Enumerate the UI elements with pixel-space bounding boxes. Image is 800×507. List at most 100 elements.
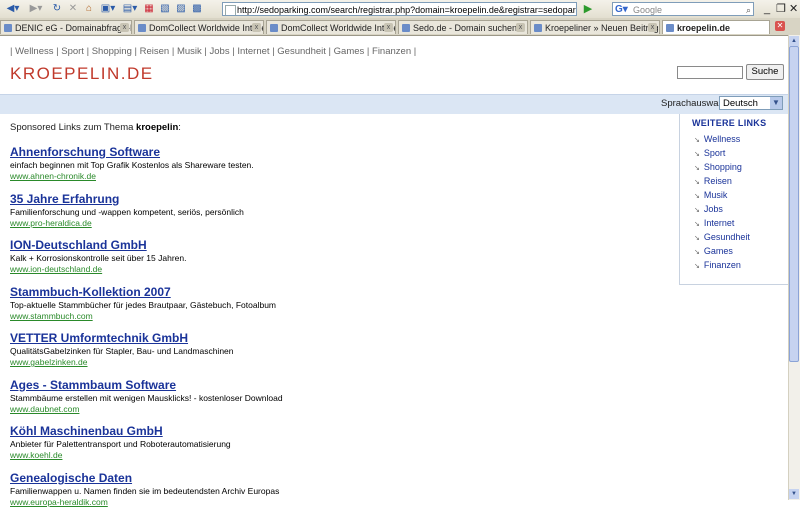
tab-close-icon[interactable]: x [516,23,525,32]
sidebar-item[interactable]: ↘ Reisen [694,176,732,186]
sidebar-item[interactable]: ↘ Internet [694,218,734,228]
nav-link[interactable]: Shopping [92,46,132,57]
listing-url[interactable]: www.ahnen-chronik.de [10,171,650,181]
sidebar-item-label: Wellness [703,134,741,144]
addon-icon[interactable]: ▧ [158,2,172,16]
listing-url[interactable]: www.pro-heraldica.de [10,218,650,228]
listing-description: Familienwappen u. Namen finden sie im be… [10,486,280,496]
nav-link[interactable]: Games [334,46,365,57]
chevron-down-icon[interactable]: ▼ [770,97,782,109]
language-select[interactable]: Deutsch ▼ [719,96,783,110]
sponsored-intro: Sponsored Links zum Thema kroepelin: [10,122,181,133]
listing-url[interactable]: www.daubnet.com [10,404,650,414]
tab-close-icon[interactable]: x [648,23,657,32]
listing-title[interactable]: VETTER Umformtechnik GmbH [10,331,650,345]
nav-link[interactable]: Musik [177,46,202,57]
favicon-icon [4,24,12,32]
arrow-icon: ↘ [694,137,700,144]
arrow-icon: ↘ [694,165,700,172]
sidebar-item[interactable]: ↘ Gesundheit [694,232,750,242]
search-engine-box[interactable]: G▾ Google ⌕ [612,2,754,16]
search-icon[interactable]: ⌕ [746,3,751,17]
list-item: ION-Deutschland GmbH Kalk + Korrosionsko… [10,238,650,274]
browser-tab[interactable]: DENIC eG - Domainabfrage-E... x [0,20,132,34]
sidebar-item[interactable]: ↘ Wellness [694,134,740,144]
listing-title[interactable]: Köhl Maschinenbau GmbH [10,424,650,438]
forward-icon[interactable]: ▶▾ [26,2,46,16]
url-bar[interactable]: http://sedoparking.com/search/registrar.… [222,2,577,16]
listing-url[interactable]: www.stammbuch.com [10,311,650,321]
scroll-down-icon[interactable]: ▼ [789,489,799,499]
restore-icon[interactable]: ❐ [776,2,786,16]
addon-icon[interactable]: ▨ [174,2,188,16]
sidebar-item-label: Finanzen [703,260,741,270]
nav-link[interactable]: Jobs [210,46,230,57]
reload-icon[interactable]: ↻ [50,2,64,16]
listing-url[interactable]: www.ion-deutschland.de [10,264,650,274]
listing-url[interactable]: www.europa-heraldik.com [10,497,650,507]
sidebar-item[interactable]: ↘ Finanzen [694,260,741,270]
listing-description: Anbieter für Palettentransport und Robot… [10,439,231,449]
listing-title[interactable]: Stammbuch-Kollektion 2007 [10,285,650,299]
sidebar-item-label: Musik [703,190,728,200]
tab-close-icon[interactable]: x [384,23,393,32]
sidebar-item[interactable]: ↘ Shopping [694,162,742,172]
browser-tab[interactable]: Kroepeliner » Neuen Beitrag e... x [530,20,660,34]
nav-link[interactable]: Reisen [140,46,170,57]
search-button[interactable]: Suche [746,64,784,80]
listing-title[interactable]: ION-Deutschland GmbH [10,238,650,252]
sidebar-item-label: Shopping [703,162,742,172]
nav-link[interactable]: Wellness [15,46,53,57]
close-icon[interactable]: ✕ [789,2,798,16]
bookmark-icon[interactable]: ▣▾ [98,2,118,16]
list-item: Ages - Stammbaum Software Stammbäume ers… [10,378,650,414]
tab-close-icon[interactable]: x [120,23,129,32]
sidebar-item[interactable]: ↘ Sport [694,148,725,158]
favicon-icon [270,24,278,32]
back-icon[interactable]: ◀▾ [2,2,24,16]
url-text: http://sedoparking.com/search/registrar.… [237,5,577,15]
nav-link[interactable]: Finanzen [372,46,411,57]
arrow-icon: ↘ [694,235,700,242]
intro-term: kroepelin [136,122,179,133]
arrow-icon: ↘ [694,221,700,228]
language-selected: Deutsch [723,98,758,109]
stop-icon[interactable]: ✕ [66,2,80,16]
browser-tab[interactable]: DomCollect Worldwide Intelle... x [266,20,396,34]
listing-url[interactable]: www.koehl.de [10,450,650,460]
nav-link[interactable]: Sport [61,46,84,57]
listing-title[interactable]: Genealogische Daten [10,471,650,485]
close-tab-icon[interactable]: ✕ [775,21,785,31]
tab-close-icon[interactable]: x [252,23,261,32]
listing-url[interactable]: www.gabelzinken.de [10,357,650,367]
sidebar-item-label: Sport [703,148,726,158]
browser-tab[interactable]: Sedo.de - Domain suchen x [398,20,528,34]
intro-prefix: Sponsored Links zum Thema [10,122,134,133]
arrow-icon: ↘ [694,249,700,256]
favicon-icon [666,24,674,32]
sidebar-item[interactable]: ↘ Musik [694,190,727,200]
search-engine-placeholder: Google [633,5,663,15]
sidebar-item[interactable]: ↘ Jobs [694,204,723,214]
favicon-icon [402,24,410,32]
sidebar-item[interactable]: ↘ Games [694,246,733,256]
scroll-up-icon[interactable]: ▲ [789,36,799,46]
browser-tab-active[interactable]: kroepelin.de [662,20,770,34]
nav-link[interactable]: Internet [237,46,269,57]
listing-title[interactable]: Ahnenforschung Software [10,145,650,159]
site-logo[interactable]: KROEPELIN.DE [10,64,154,84]
listing-title[interactable]: 35 Jahre Erfahrung [10,192,650,206]
listing-title[interactable]: Ages - Stammbaum Software [10,378,650,392]
rss-icon[interactable]: ▤▾ [120,2,140,16]
nav-link[interactable]: Gesundheit [277,46,326,57]
home-icon[interactable]: ⌂ [82,2,96,16]
browser-tab[interactable]: DomCollect Worldwide Intelle... x [134,20,264,34]
addon-icon[interactable]: ▦ [142,2,156,16]
minimize-icon[interactable]: _ [764,2,770,16]
arrow-icon: ↘ [694,151,700,158]
arrow-icon: ↘ [694,263,700,270]
search-input[interactable] [677,66,743,79]
scrollbar-thumb[interactable] [789,46,799,362]
addon-icon[interactable]: ▩ [190,2,204,16]
go-icon[interactable]: ▶ [581,2,595,16]
